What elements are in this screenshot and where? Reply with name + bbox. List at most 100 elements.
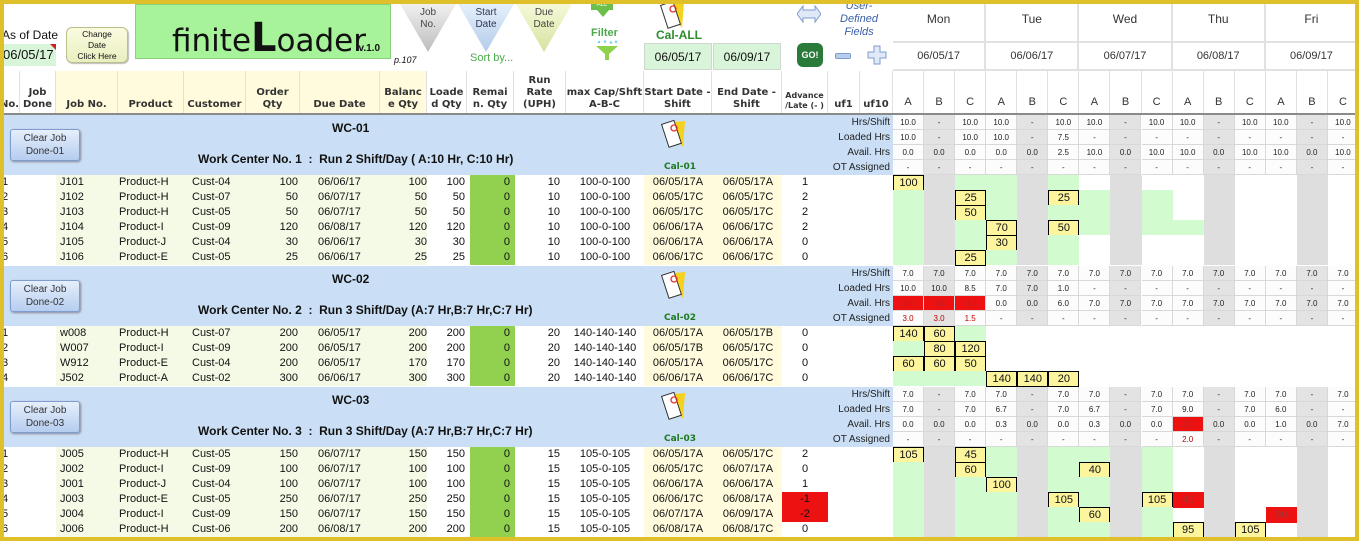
column-header[interactable]: Start Date - Shift <box>644 71 712 113</box>
load-block[interactable]: 140 <box>893 325 924 342</box>
load-block[interactable]: 120 <box>955 340 987 357</box>
column-header[interactable]: Advance /Late (- ) <box>782 71 828 113</box>
column-header[interactable]: Product <box>118 71 184 113</box>
stat-hrs-shift-cell: 7.0 <box>1296 266 1328 281</box>
stat-hrs-shift-cell: 7.0 <box>955 266 987 281</box>
job-job[interactable]: W007 <box>60 341 116 356</box>
load-block[interactable]: 105 <box>1048 491 1080 508</box>
shift-header-c: C <box>1235 71 1266 113</box>
filter-all-button[interactable]: ALL <box>591 0 613 10</box>
minus-icon[interactable] <box>835 53 851 59</box>
job-end: 06/05/17C <box>722 357 774 369</box>
job-job[interactable]: J101 <box>60 175 116 190</box>
job-job[interactable]: w008 <box>60 326 116 341</box>
sort-due-line1: Due <box>534 7 554 18</box>
due-window-cell <box>955 235 987 250</box>
wc-02-calendar-icon[interactable] <box>659 270 687 300</box>
calendar-all-icon[interactable] <box>658 0 686 30</box>
job-adv: 0 <box>801 236 809 248</box>
column-header[interactable]: Customer <box>184 71 246 113</box>
load-block[interactable]: 60 <box>893 355 924 372</box>
stat-loaded-hrs-cell: 10.0 <box>893 281 924 296</box>
stat-ot-assigned-cell: - <box>1234 432 1266 447</box>
as-of-date-value[interactable]: 06/05/17 <box>0 44 56 66</box>
wc-01-cal-label[interactable]: Cal-01 <box>664 162 696 172</box>
column-header[interactable]: Job Done <box>20 71 56 113</box>
expand-all-arrows-icon[interactable] <box>797 4 821 24</box>
load-block[interactable]: 100 <box>986 476 1018 493</box>
job-job[interactable]: J003 <box>60 492 116 507</box>
load-block[interactable]: 50 <box>955 355 987 372</box>
range-from-date[interactable]: 06/05/17 <box>644 43 712 70</box>
column-header[interactable]: uf1 <box>828 71 860 113</box>
filter-funnel-icon[interactable] <box>594 40 620 62</box>
load-block[interactable]: 105 <box>893 446 924 463</box>
stat-loaded-hrs-cell: - <box>1017 130 1049 145</box>
load-block[interactable]: 80 <box>924 340 956 357</box>
load-block[interactable]: 60 <box>1079 506 1111 523</box>
job-job[interactable]: J104 <box>60 220 116 235</box>
stat-avail-hrs-cell: 7.0 <box>1296 296 1328 311</box>
load-block[interactable]: 60 <box>955 461 987 478</box>
load-block[interactable]: 105 <box>1141 491 1173 508</box>
sort-by-start-date-button[interactable]: Start Date <box>458 4 514 52</box>
wc-03-calendar-icon[interactable] <box>659 391 687 421</box>
wc-01-calendar-icon[interactable] <box>659 119 687 149</box>
load-block[interactable]: 105 <box>1234 521 1266 538</box>
column-header[interactable]: Order Qty <box>246 71 300 113</box>
job-job[interactable]: J002 <box>60 462 116 477</box>
column-header[interactable]: No. <box>0 71 20 113</box>
load-block[interactable]: 90 <box>1265 506 1297 523</box>
column-header[interactable]: uf10 <box>860 71 893 113</box>
job-end: 06/05/17B <box>722 327 774 339</box>
column-header[interactable]: End Date - Shift <box>712 71 782 113</box>
clear-job-done-button-1[interactable]: Clear Job Done-01 <box>10 129 80 161</box>
wc-03-cal-label[interactable]: Cal-03 <box>664 434 696 444</box>
job-job[interactable]: J006 <box>60 522 116 537</box>
job-job[interactable]: J502 <box>60 371 116 386</box>
job-adv: 0 <box>801 357 809 369</box>
load-block[interactable]: 50 <box>955 204 987 221</box>
load-block[interactable]: 60 <box>924 325 956 342</box>
load-block[interactable]: 95 <box>1172 521 1204 538</box>
column-header[interactable]: Run Rate (UPH) <box>514 71 566 113</box>
load-block[interactable]: 20 <box>1048 370 1080 387</box>
column-header[interactable]: Job No. <box>56 71 118 113</box>
column-header[interactable]: max Cap/Shft A-B-C <box>566 71 644 113</box>
plus-icon[interactable] <box>867 45 887 65</box>
job-job[interactable]: J103 <box>60 205 116 220</box>
sort-by-due-date-button[interactable]: Due Date <box>516 4 572 52</box>
load-block[interactable]: 25 <box>1048 189 1080 206</box>
load-block[interactable]: 25 <box>955 249 987 266</box>
load-block[interactable]: 60 <box>924 355 956 372</box>
change-date-button[interactable]: Change Date Click Here <box>66 27 128 63</box>
job-job[interactable]: W912 <box>60 356 116 371</box>
load-block[interactable]: 100 <box>893 174 924 191</box>
load-block[interactable]: 45 <box>955 446 987 463</box>
job-job[interactable]: J105 <box>60 235 116 250</box>
load-block[interactable]: 50 <box>1048 219 1080 236</box>
column-header[interactable]: Balanc e Qty <box>380 71 427 113</box>
job-job[interactable]: J004 <box>60 507 116 522</box>
job-job[interactable]: J005 <box>60 447 116 462</box>
load-block[interactable]: 40 <box>1172 491 1204 508</box>
load-block[interactable]: 140 <box>986 370 1018 387</box>
go-button[interactable]: GO! <box>797 43 823 67</box>
load-block[interactable]: 70 <box>986 219 1018 236</box>
column-header[interactable]: Loade d Qty <box>427 71 467 113</box>
wc-02-cal-label[interactable]: Cal-02 <box>664 313 696 323</box>
column-header[interactable]: Remai n. Qty <box>467 71 514 113</box>
load-block[interactable]: 40 <box>1079 461 1111 478</box>
job-job[interactable]: J102 <box>60 190 116 205</box>
range-to-date[interactable]: 06/09/17 <box>713 43 781 70</box>
clear-job-done-button-2[interactable]: Clear Job Done-02 <box>10 280 80 312</box>
job-job[interactable]: J001 <box>60 477 116 492</box>
load-block[interactable]: 25 <box>955 189 987 206</box>
job-job[interactable]: J106 <box>60 250 116 265</box>
column-header[interactable]: Due Date <box>300 71 380 113</box>
load-block[interactable]: 30 <box>986 234 1018 251</box>
load-block[interactable]: 140 <box>1017 370 1049 387</box>
sort-by-job-no-button[interactable]: Job No. <box>400 4 456 52</box>
job-order-qty: 50 <box>285 206 298 218</box>
clear-job-done-button-3[interactable]: Clear Job Done-03 <box>10 401 80 433</box>
